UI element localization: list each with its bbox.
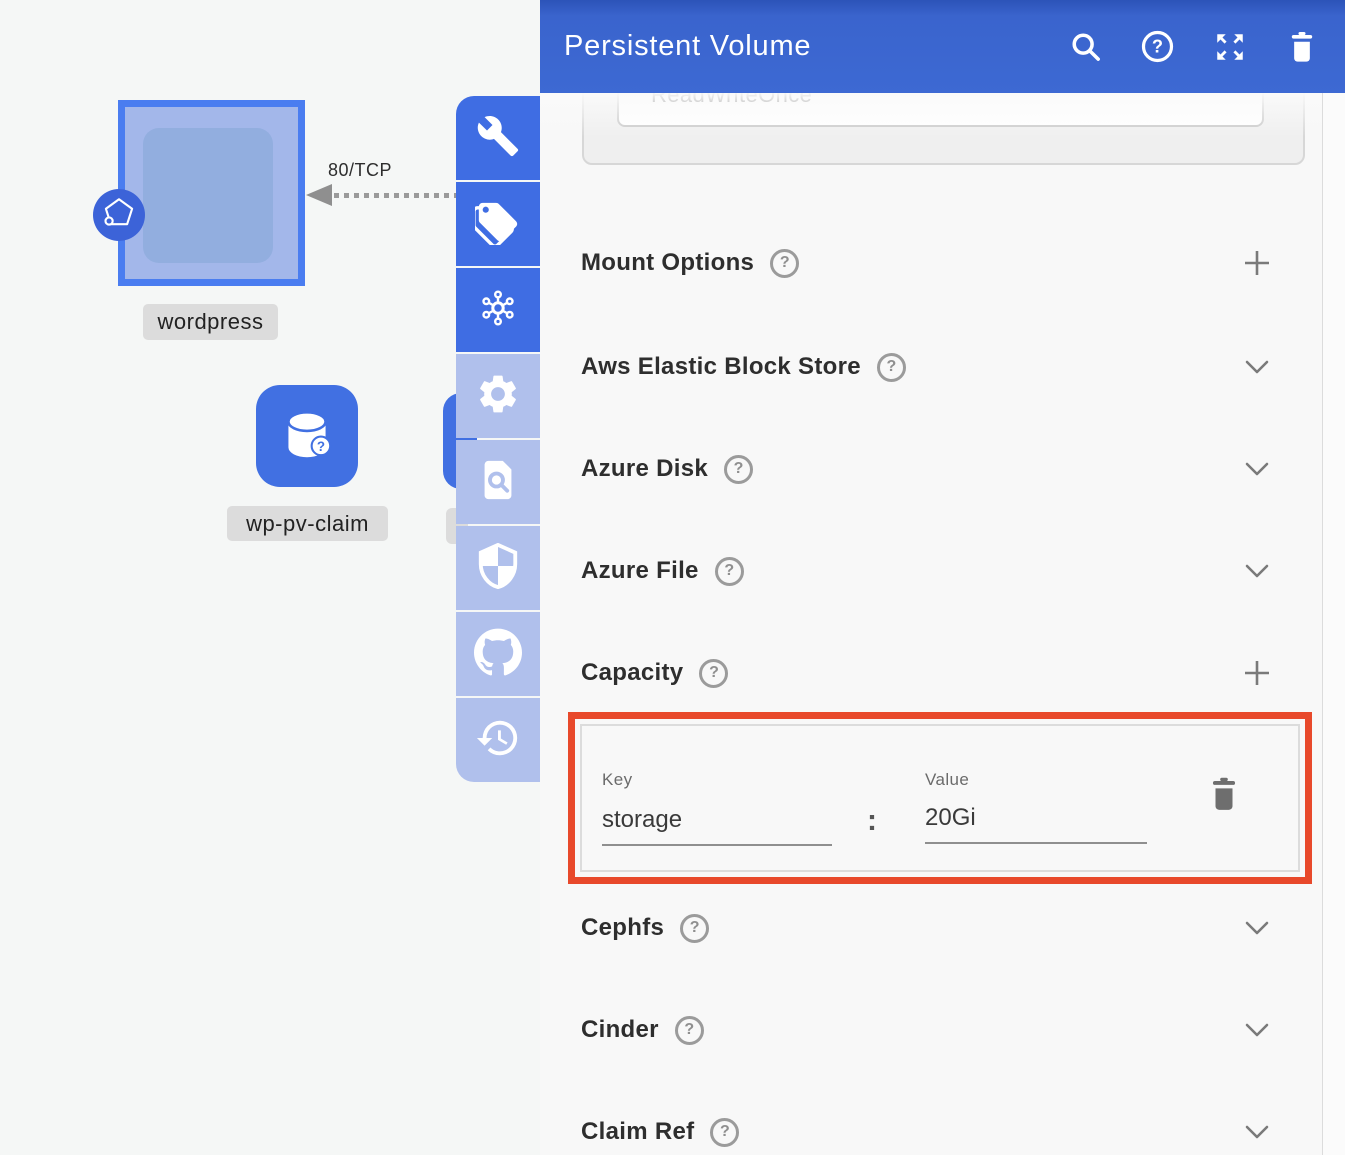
toolbar-item-inspect[interactable] xyxy=(456,440,540,524)
wrench-icon xyxy=(476,114,520,163)
doc-search-icon xyxy=(475,457,521,508)
node-label-wordpress: wordpress xyxy=(143,304,278,340)
section-title: Aws Elastic Block Store xyxy=(581,353,861,381)
section-cephfs[interactable]: Cephfs ? xyxy=(581,908,1273,948)
gear-icon xyxy=(475,371,521,422)
pod-badge[interactable] xyxy=(93,189,145,241)
section-aws-elastic-block-store[interactable]: Aws Elastic Block Store ? xyxy=(581,347,1273,387)
section-title: Cinder xyxy=(581,1016,659,1044)
node-wordpress-inner xyxy=(143,128,273,263)
chevron-down-icon[interactable] xyxy=(1241,1125,1273,1139)
history-icon xyxy=(475,715,521,766)
section-title: Mount Options xyxy=(581,249,754,277)
pod-pentagon-icon xyxy=(100,194,138,237)
chevron-down-icon[interactable] xyxy=(1241,921,1273,935)
value-input[interactable] xyxy=(925,804,1147,844)
chevron-down-icon[interactable] xyxy=(1241,462,1273,476)
edge-arrowhead-icon xyxy=(306,184,332,206)
section-title: Capacity xyxy=(581,659,683,687)
key-input[interactable] xyxy=(602,806,832,846)
add-button[interactable] xyxy=(1241,658,1273,688)
section-title: Azure Disk xyxy=(581,455,708,483)
chevron-down-icon[interactable] xyxy=(1241,360,1273,374)
github-icon xyxy=(474,628,522,681)
shield-icon xyxy=(475,543,521,594)
panel-title: Persistent Volume xyxy=(564,30,811,63)
help-icon[interactable]: ? xyxy=(770,249,799,278)
toolbar-item-settings[interactable] xyxy=(456,354,540,438)
section-mount-options: Mount Options ? xyxy=(581,243,1273,283)
section-azure-disk[interactable]: Azure Disk ? xyxy=(581,449,1273,489)
node-label-wp-pv-claim: wp-pv-claim xyxy=(227,506,388,541)
svg-text:?: ? xyxy=(1152,37,1163,57)
tags-icon xyxy=(475,199,521,250)
toolbar-item-labels[interactable] xyxy=(456,182,540,266)
help-icon[interactable]: ? xyxy=(699,659,728,688)
toolbar-item-history[interactable] xyxy=(456,698,540,782)
section-cinder[interactable]: Cinder ? xyxy=(581,1010,1273,1050)
node-wp-pv-claim[interactable]: ? xyxy=(256,385,358,487)
database-icon: ? xyxy=(274,401,340,472)
app-root: wordpress 80/TCP ? wp-pv-claim xyxy=(0,0,1345,1155)
search-icon[interactable] xyxy=(1068,29,1103,64)
help-icon[interactable]: ? xyxy=(724,455,753,484)
help-icon[interactable]: ? xyxy=(710,1118,739,1147)
help-icon[interactable]: ? xyxy=(680,914,709,943)
section-claim-ref[interactable]: Claim Ref ? xyxy=(581,1112,1273,1152)
help-icon[interactable]: ? xyxy=(1140,29,1175,64)
section-capacity: Capacity ? xyxy=(581,653,1273,693)
node-wordpress[interactable] xyxy=(118,100,305,286)
edge-label: 80/TCP xyxy=(328,160,392,181)
delete-entry-icon[interactable] xyxy=(1204,772,1244,816)
section-azure-file[interactable]: Azure File ? xyxy=(581,551,1273,591)
help-icon[interactable]: ? xyxy=(715,557,744,586)
value-label: Value xyxy=(925,770,969,790)
chevron-down-icon[interactable] xyxy=(1241,1023,1273,1037)
section-title: Azure File xyxy=(581,557,699,585)
panel-scrollbar[interactable] xyxy=(1322,93,1345,1155)
key-label: Key xyxy=(602,770,633,790)
hub-icon xyxy=(474,284,522,337)
capacity-entry-row: Key : Value xyxy=(580,724,1300,872)
svg-text:?: ? xyxy=(317,439,325,454)
key-value-separator: : xyxy=(867,804,877,838)
persistent-volume-panel: ReadWriteOnce Persistent Volume ? xyxy=(540,0,1345,1155)
header-icons: ? xyxy=(1068,29,1319,64)
help-icon[interactable]: ? xyxy=(877,353,906,382)
section-title: Cephfs xyxy=(581,914,664,942)
chevron-down-icon[interactable] xyxy=(1241,564,1273,578)
annotation-highlight: Key : Value xyxy=(568,712,1312,884)
section-title: Claim Ref xyxy=(581,1118,694,1146)
expand-icon[interactable] xyxy=(1212,29,1247,64)
toolbar-item-network[interactable] xyxy=(456,268,540,352)
panel-header: Persistent Volume ? xyxy=(540,0,1345,93)
delete-icon[interactable] xyxy=(1284,29,1319,64)
graph-canvas[interactable]: wordpress 80/TCP ? wp-pv-claim xyxy=(0,0,540,1155)
edge-dotted-line xyxy=(334,193,456,198)
add-button[interactable] xyxy=(1241,248,1273,278)
help-icon[interactable]: ? xyxy=(675,1016,704,1045)
toolbar-item-tools[interactable] xyxy=(456,96,540,180)
toolbar-item-github[interactable] xyxy=(456,612,540,696)
toolbar-item-security[interactable] xyxy=(456,526,540,610)
